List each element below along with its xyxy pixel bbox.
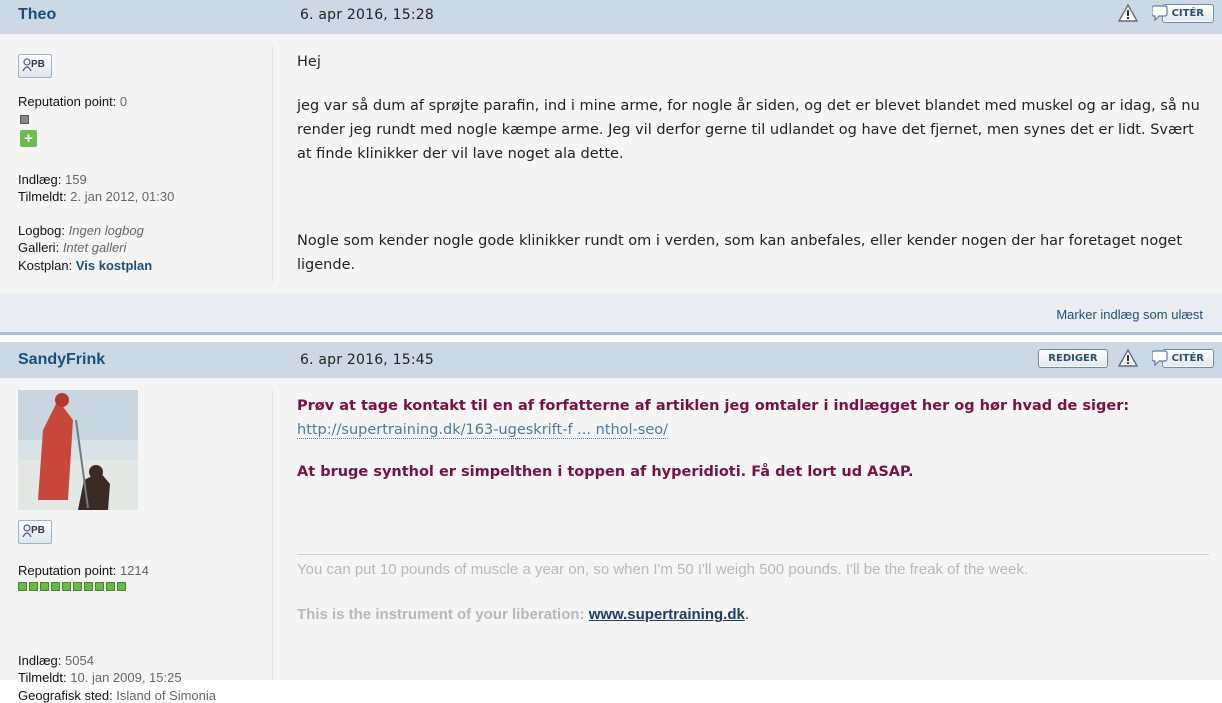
reputation-block-neutral xyxy=(20,115,29,124)
pb-label: PB xyxy=(31,525,45,536)
profile-divider xyxy=(272,46,273,282)
quote-button[interactable]: CITÉR xyxy=(1150,348,1214,368)
post-actions: REDIGER CITÉR xyxy=(1038,348,1214,368)
posts-count-value: 5054 xyxy=(65,653,94,668)
quote-button-label: CITÉR xyxy=(1161,348,1214,368)
gallery-row: Galleri: Intet galleri xyxy=(18,240,126,255)
post-separator xyxy=(0,332,1222,335)
signature-divider xyxy=(297,554,1209,555)
report-icon[interactable] xyxy=(1117,348,1138,368)
logbook-value: Ingen logbog xyxy=(68,223,144,238)
quote-button-label: CITÉR xyxy=(1161,3,1214,23)
pb-label: PB xyxy=(31,59,45,70)
quote-bubble-icon xyxy=(1150,348,1168,368)
signature-line-2: This is the instrument of your liberatio… xyxy=(297,606,749,623)
user-avatar[interactable] xyxy=(18,390,138,510)
post-content: Prøv at tage kontakt til en af forfatter… xyxy=(297,394,1212,484)
post-1: Theo 6. apr 2016, 15:28 CITÉR PB Reputat… xyxy=(0,0,1222,332)
joined-label: Tilmeldt: xyxy=(18,189,67,204)
reputation-bar xyxy=(18,582,128,591)
reputation-block xyxy=(29,582,38,591)
reputation-block xyxy=(73,582,82,591)
diet-plan-label: Kostplan: xyxy=(18,258,73,273)
post-content: Hej jeg var så dum af sprøjte parafin, i… xyxy=(297,50,1212,277)
profile-divider xyxy=(272,390,273,680)
signature-link[interactable]: www.supertraining.dk xyxy=(589,606,745,623)
reputation-block xyxy=(117,582,126,591)
gallery-label: Galleri: xyxy=(18,240,60,255)
post-body: PB Reputation point: 0 + Indlæg: 159 Til… xyxy=(0,34,1222,294)
diet-plan-link[interactable]: Vis kostplan xyxy=(76,258,152,273)
post-date: 6. apr 2016, 15:28 xyxy=(300,7,434,23)
reputation-block xyxy=(62,582,71,591)
reputation-block xyxy=(40,582,49,591)
edit-button[interactable]: REDIGER xyxy=(1038,348,1108,368)
logbook-label: Logbog: xyxy=(18,223,65,238)
reputation-block xyxy=(84,582,93,591)
quote-bubble-icon xyxy=(1150,3,1168,23)
location-value: Island of Simonia xyxy=(116,688,217,703)
report-icon[interactable] xyxy=(1117,3,1138,23)
posts-count-label: Indlæg: xyxy=(18,172,62,187)
post-paragraph: jeg var så dum af sprøjte parafin, ind i… xyxy=(297,98,1200,162)
post-author[interactable]: SandyFrink xyxy=(18,342,105,378)
logbook-row: Logbog: Ingen logbog xyxy=(18,223,144,238)
mark-unread-link[interactable]: Marker indlæg som ulæst xyxy=(1056,307,1203,322)
post-author[interactable]: Theo xyxy=(18,0,56,30)
posts-count-row: Indlæg: 5054 xyxy=(18,653,94,668)
signature-line-1: You can put 10 pounds of muscle a year o… xyxy=(297,561,1028,578)
post-date: 6. apr 2016, 15:45 xyxy=(300,352,434,368)
reputation-block xyxy=(18,582,27,591)
quote-button[interactable]: CITÉR xyxy=(1150,3,1214,23)
reputation-value: 0 xyxy=(119,94,128,109)
post-paragraph: At bruge synthol er simpelthen i toppen … xyxy=(297,464,914,480)
post-paragraph: Hej xyxy=(297,54,321,70)
joined-label: Tilmeldt: xyxy=(18,670,67,685)
posts-count-row: Indlæg: 159 xyxy=(18,172,87,187)
joined-row: Tilmeldt: 10. jan 2009, 15:25 xyxy=(18,670,182,685)
signature-prefix: This is the instrument of your liberatio… xyxy=(297,606,589,623)
reputation-label: Reputation point: xyxy=(18,94,117,109)
joined-row: Tilmeldt: 2. jan 2012, 01:30 xyxy=(18,189,174,204)
reputation-label: Reputation point: xyxy=(18,563,117,578)
post-body: PB Reputation point: 1214 Indlæg: 5054 T… xyxy=(0,378,1222,703)
posts-count-label: Indlæg: xyxy=(18,653,62,668)
diet-plan-row: Kostplan: Vis kostplan xyxy=(18,258,152,273)
reputation-row: Reputation point: 0 xyxy=(18,94,127,109)
post-footer: Marker indlæg som ulæst xyxy=(0,294,1222,332)
post-paragraph: Nogle som kender nogle gode klinikker ru… xyxy=(297,233,1183,273)
post-paragraph: Prøv at tage kontakt til en af forfatter… xyxy=(297,398,1130,414)
gallery-value: Intet galleri xyxy=(62,240,127,255)
post-header: Theo 6. apr 2016, 15:28 CITÉR xyxy=(0,0,1222,34)
reputation-row: Reputation point: 1214 xyxy=(18,563,149,578)
signature-suffix: . xyxy=(744,606,749,623)
reputation-value: 1214 xyxy=(119,563,149,578)
private-message-button[interactable]: PB xyxy=(18,54,52,78)
reputation-block xyxy=(106,582,115,591)
add-reputation-icon[interactable]: + xyxy=(20,130,37,147)
location-label: Geografisk sted: xyxy=(18,688,113,703)
article-link[interactable]: http://supertraining.dk/163-ugeskrift-f … xyxy=(297,422,669,439)
joined-value: 2. jan 2012, 01:30 xyxy=(70,189,175,204)
avatar-image xyxy=(18,390,138,510)
reputation-block xyxy=(95,582,104,591)
posts-count-value: 159 xyxy=(65,172,87,187)
joined-value: 10. jan 2009, 15:25 xyxy=(70,670,182,685)
post-2: SandyFrink 6. apr 2016, 15:45 REDIGER CI… xyxy=(0,342,1222,703)
private-message-button[interactable]: PB xyxy=(18,520,52,544)
reputation-block xyxy=(51,582,60,591)
post-header: SandyFrink 6. apr 2016, 15:45 REDIGER CI… xyxy=(0,342,1222,378)
post-actions: CITÉR xyxy=(1108,3,1214,23)
location-row: Geografisk sted: Island of Simonia xyxy=(18,688,216,703)
